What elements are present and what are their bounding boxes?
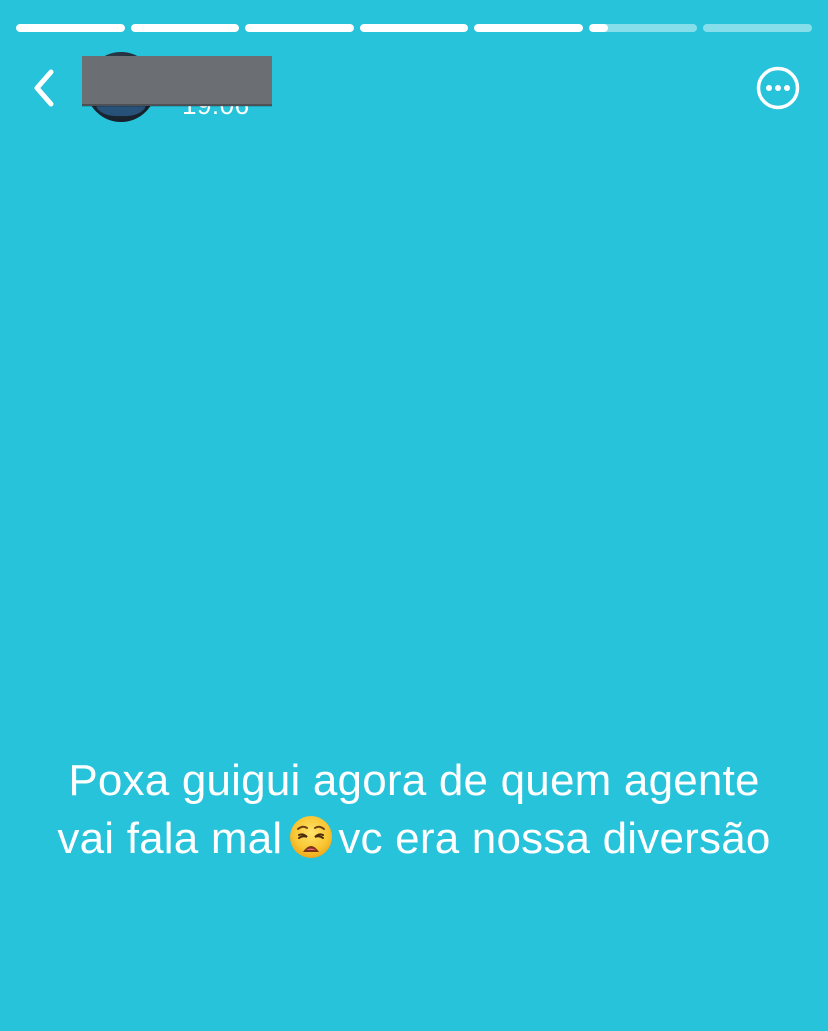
progress-segment [359, 24, 469, 32]
caption-line-2: vai fala mal vc era nossa diversão [0, 810, 828, 868]
progress-segment-fill [474, 24, 583, 32]
caption-line-2-end: vc era nossa diversão [338, 814, 771, 863]
chevron-left-icon [34, 69, 54, 107]
progress-segment [130, 24, 240, 32]
progress-segment-fill [16, 24, 125, 32]
caption-line-2-start: vai fala mal [57, 814, 283, 863]
progress-segment [16, 24, 125, 32]
progress-segment-fill [245, 24, 354, 32]
progress-segment [588, 24, 698, 32]
progress-segment [245, 24, 354, 32]
progress-segment-fill [588, 24, 609, 32]
ellipsis-circle-icon [756, 66, 800, 110]
redacted-username [82, 56, 272, 106]
back-button[interactable] [24, 64, 64, 112]
progress-segment [474, 24, 583, 32]
progress-segment [703, 24, 813, 32]
weary-face-emoji-icon [290, 816, 333, 859]
story-caption: Poxa guigui agora de quem agente vai fal… [0, 752, 828, 868]
progress-segment-fill [359, 24, 469, 32]
story-progress-bar [16, 24, 813, 32]
caption-line-1: Poxa guigui agora de quem agente [68, 756, 760, 805]
more-options-button[interactable] [756, 66, 800, 110]
progress-segment-fill [130, 24, 240, 32]
